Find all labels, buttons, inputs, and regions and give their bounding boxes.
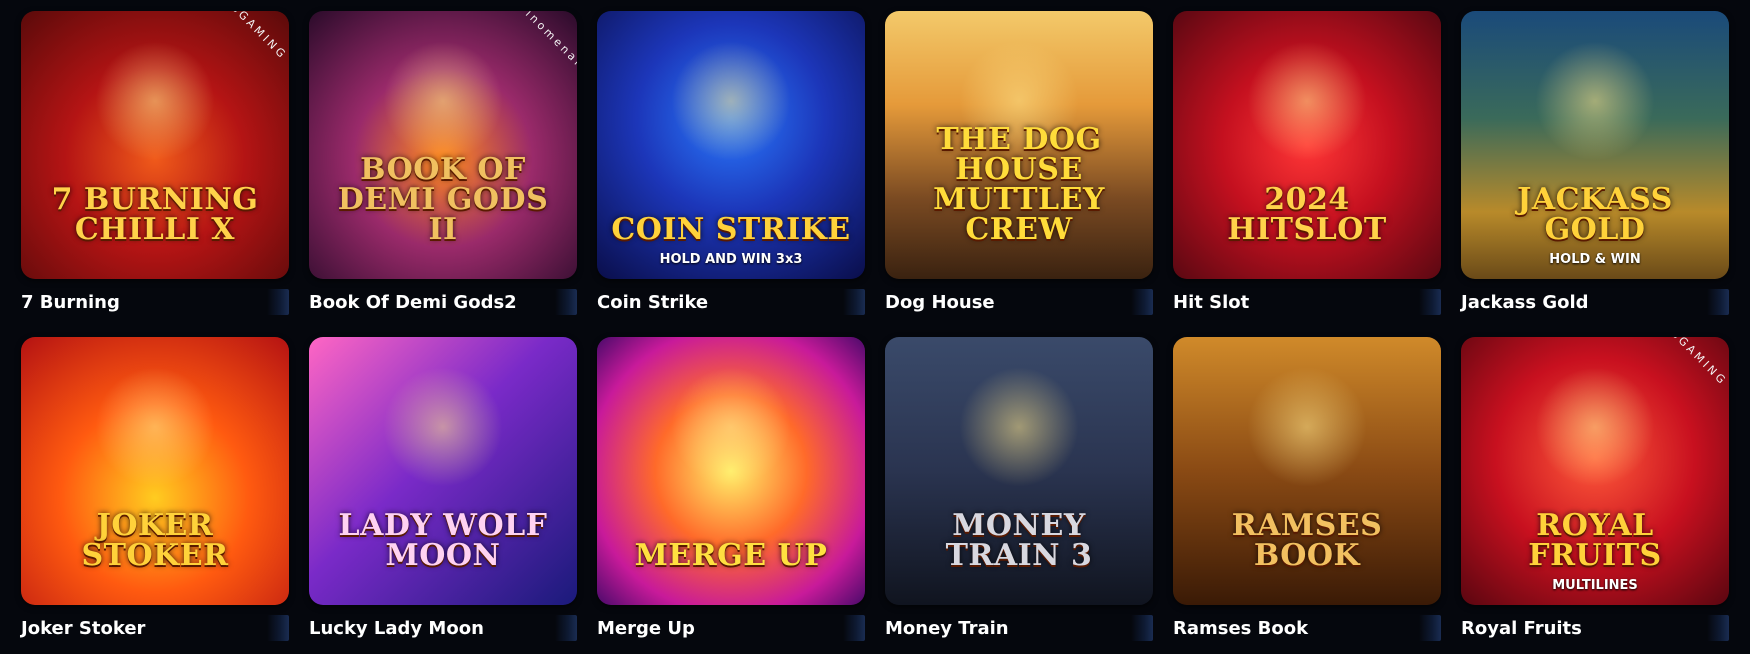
caption-edge-decoration [555,615,577,641]
game-card[interactable]: BOOK OF DEMI GODS IISpinomenal Book Of De… [309,11,577,317]
game-logo-subtitle: HOLD AND WIN 3x3 [659,252,803,267]
game-caption: Royal Fruits [1461,613,1729,643]
game-caption: Money Train [885,613,1153,643]
game-card[interactable]: ROYAL FRUITS MULTILINES BGAMING Royal Fruit… [1461,337,1729,643]
glow-decoration [1535,367,1655,487]
game-title[interactable]: Royal Fruits [1461,618,1582,639]
game-logo-text: 2024 HITSLOT [1227,182,1387,247]
game-card[interactable]: JOKER STOKER Joker Stoker [21,337,289,643]
glow-decoration [1247,41,1367,161]
game-logo-text: ROYAL FRUITS [1528,508,1662,573]
game-title[interactable]: Ramses Book [1173,618,1308,639]
game-card[interactable]: 2024 HITSLOT Hit Slot [1173,11,1441,317]
game-thumbnail[interactable]: MERGE UP [597,337,865,605]
games-grid: 7 BURNING CHILLI X BGAMING 7 Burning BOOK O… [21,11,1729,643]
game-caption: Book Of Demi Gods2 [309,287,577,317]
game-logo-text: JOKER STOKER [81,508,229,573]
game-card[interactable]: COIN STRIKE HOLD AND WIN 3x3 Coin Strike [597,11,865,317]
glow-decoration [383,367,503,487]
game-card[interactable]: RAMSES BOOK Ramses Book [1173,337,1441,643]
game-title[interactable]: Lucky Lady Moon [309,618,484,639]
game-title[interactable]: Jackass Gold [1461,292,1589,313]
caption-edge-decoration [555,289,577,315]
glow-decoration [1535,41,1655,161]
game-caption: Jackass Gold [1461,287,1729,317]
game-logo-text: Lady Wolf Moon [338,508,548,573]
game-thumbnail[interactable]: RAMSES BOOK [1173,337,1441,605]
game-thumbnail[interactable]: MONEY TRAIN 3 [885,337,1153,605]
game-title[interactable]: Money Train [885,618,1009,639]
caption-edge-decoration [1419,289,1441,315]
caption-edge-decoration [843,289,865,315]
game-thumbnail[interactable]: Lady Wolf Moon [309,337,577,605]
caption-edge-decoration [1419,615,1441,641]
glow-decoration [383,41,503,161]
game-logo-subtitle: HOLD & WIN [1549,252,1641,267]
game-caption: 7 Burning [21,287,289,317]
glow-decoration [959,367,1079,487]
game-title[interactable]: 7 Burning [21,292,120,313]
game-title[interactable]: Dog House [885,292,995,313]
game-logo-text: THE DOG HOUSE MUTTLEY CREW [933,122,1105,247]
game-logo-text: 7 BURNING CHILLI X [51,182,259,247]
game-thumbnail[interactable]: 2024 HITSLOT [1173,11,1441,279]
game-thumbnail[interactable]: COIN STRIKE HOLD AND WIN 3x3 [597,11,865,279]
game-caption: Merge Up [597,613,865,643]
caption-edge-decoration [1707,289,1729,315]
game-logo-text: BOOK OF DEMI GODS II [337,152,549,247]
game-thumbnail[interactable]: BOOK OF DEMI GODS IISpinomenal [309,11,577,279]
game-card[interactable]: MERGE UP Merge Up [597,337,865,643]
caption-edge-decoration [843,615,865,641]
game-caption: Coin Strike [597,287,865,317]
caption-edge-decoration [1131,289,1153,315]
game-logo-subtitle: MULTILINES [1552,578,1638,593]
glow-decoration [95,367,215,487]
game-title[interactable]: Coin Strike [597,292,708,313]
game-caption: Ramses Book [1173,613,1441,643]
game-card[interactable]: 7 BURNING CHILLI X BGAMING 7 Burning [21,11,289,317]
caption-edge-decoration [267,615,289,641]
game-title[interactable]: Merge Up [597,618,695,639]
caption-edge-decoration [267,289,289,315]
game-logo-text: JACKASS GOLD [1517,182,1673,247]
game-card[interactable]: MONEY TRAIN 3 Money Train [885,337,1153,643]
game-thumbnail[interactable]: THE DOG HOUSE MUTTLEY CREW [885,11,1153,279]
game-card[interactable]: Lady Wolf Moon Lucky Lady Moon [309,337,577,643]
glow-decoration [671,367,791,487]
caption-edge-decoration [1131,615,1153,641]
game-logo-text: COIN STRIKE [611,212,851,247]
game-card[interactable]: JACKASS GOLD HOLD & WIN Jackass Gold [1461,11,1729,317]
game-title[interactable]: Joker Stoker [21,618,145,639]
game-thumbnail[interactable]: JOKER STOKER [21,337,289,605]
glow-decoration [671,41,791,161]
game-logo-text: MERGE UP [634,538,828,573]
game-caption: Joker Stoker [21,613,289,643]
game-thumbnail[interactable]: ROYAL FRUITS MULTILINES BGAMING [1461,337,1729,605]
game-title[interactable]: Hit Slot [1173,292,1249,313]
game-card[interactable]: THE DOG HOUSE MUTTLEY CREW Dog House [885,11,1153,317]
caption-edge-decoration [1707,615,1729,641]
game-logo-text: MONEY TRAIN 3 [945,508,1093,573]
glow-decoration [1247,367,1367,487]
game-thumbnail[interactable]: JACKASS GOLD HOLD & WIN [1461,11,1729,279]
glow-decoration [95,41,215,161]
game-thumbnail[interactable]: 7 BURNING CHILLI X BGAMING [21,11,289,279]
game-caption: Dog House [885,287,1153,317]
game-caption: Hit Slot [1173,287,1441,317]
game-logo-text: RAMSES BOOK [1231,508,1383,573]
game-caption: Lucky Lady Moon [309,613,577,643]
game-title[interactable]: Book Of Demi Gods2 [309,292,517,313]
